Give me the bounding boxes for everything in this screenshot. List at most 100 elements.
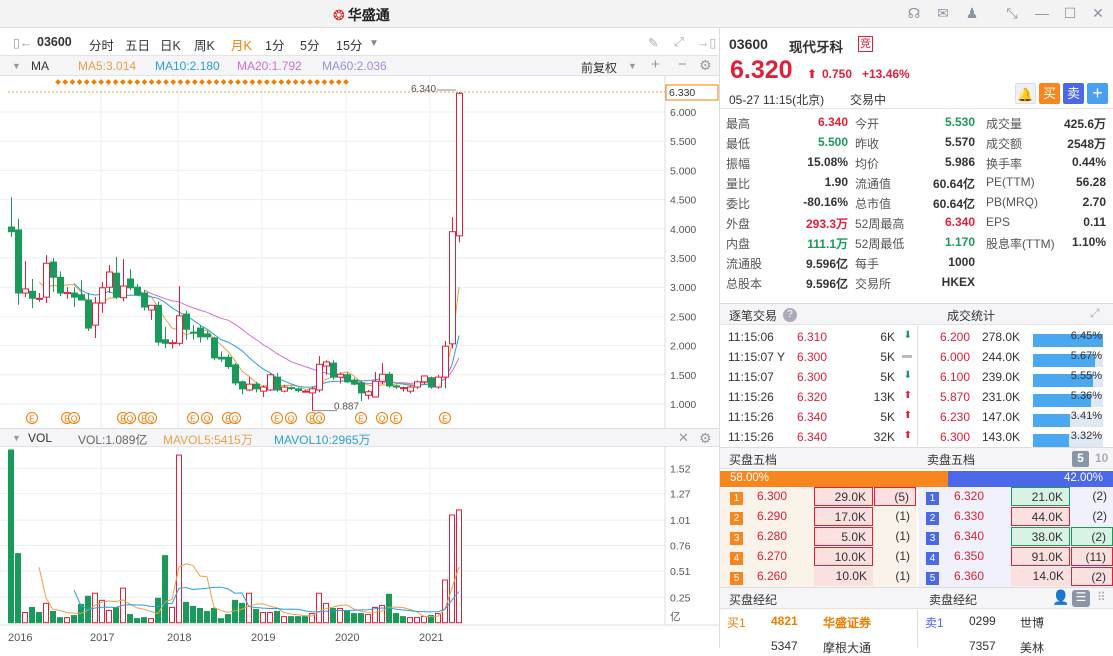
pencil-icon[interactable]: ✎ — [648, 35, 658, 50]
collapse-left-icon[interactable]: ▯← — [13, 35, 32, 50]
volume-bar[interactable] — [358, 613, 364, 624]
chevron-down-icon[interactable]: ▼ — [628, 61, 637, 71]
candle[interactable] — [211, 336, 218, 361]
collapse-icon[interactable]: ▼ — [12, 433, 21, 443]
candle[interactable] — [106, 265, 113, 294]
remove-indicator-button[interactable]: − — [678, 56, 687, 73]
candle[interactable] — [302, 389, 309, 393]
volume-bar[interactable] — [456, 509, 462, 624]
candle[interactable] — [316, 356, 323, 393]
volume-bar[interactable] — [211, 607, 217, 624]
candle[interactable] — [176, 286, 183, 346]
period-tab[interactable]: 分时 — [89, 35, 114, 54]
more-periods-dropdown[interactable]: ▼ — [369, 38, 379, 49]
depth-5-button[interactable]: 5 — [1072, 451, 1089, 467]
candle[interactable] — [309, 386, 316, 411]
headset-icon[interactable]: ☊ — [905, 5, 923, 23]
candle[interactable] — [295, 387, 302, 393]
period-tab[interactable]: 月K — [231, 35, 252, 54]
candle[interactable] — [127, 269, 134, 291]
candle[interactable] — [351, 377, 358, 386]
volume-bar[interactable] — [323, 602, 329, 624]
candle[interactable] — [36, 293, 43, 302]
volume-bar[interactable] — [141, 617, 147, 624]
event-marker[interactable]: E — [271, 412, 283, 424]
volume-bar[interactable] — [99, 599, 105, 624]
candlestick-chart[interactable]: 6.000 5.500 5.000 4.500 4.000 3.500 3.000 2.500… — [0, 76, 719, 428]
candle[interactable] — [232, 363, 239, 386]
period-tab[interactable]: 日K — [160, 35, 181, 54]
add-watchlist-button[interactable]: + — [1087, 83, 1108, 104]
volume-bar[interactable] — [36, 612, 42, 624]
volume-bar[interactable] — [106, 610, 112, 624]
volume-bar[interactable] — [372, 606, 378, 624]
candle[interactable] — [148, 304, 155, 320]
period-tab[interactable]: 5分 — [300, 35, 319, 54]
close-indicator-icon[interactable]: ✕ — [678, 430, 689, 446]
volume-bar[interactable] — [246, 592, 252, 624]
volume-bar[interactable] — [281, 616, 287, 624]
candle[interactable] — [99, 281, 106, 313]
candle[interactable] — [64, 287, 71, 299]
candle[interactable] — [43, 255, 50, 303]
candle[interactable] — [239, 380, 246, 395]
candle[interactable] — [204, 331, 211, 340]
volume-bar[interactable] — [197, 607, 203, 624]
volume-bar[interactable] — [295, 616, 301, 624]
volume-bar[interactable] — [148, 618, 154, 624]
candle[interactable] — [57, 271, 64, 296]
candle[interactable] — [414, 380, 421, 389]
volume-chart[interactable]: 1.52 1.27 1.01 0.76 0.51 0.25 亿 2016 2017 2018 201… — [0, 447, 719, 648]
candle[interactable] — [442, 340, 449, 389]
candle[interactable] — [15, 218, 22, 305]
candle[interactable] — [449, 217, 456, 349]
collapse-icon[interactable]: ▼ — [12, 61, 21, 71]
candle[interactable] — [358, 380, 365, 402]
candle[interactable] — [218, 351, 225, 362]
vol-label[interactable]: VOL — [28, 431, 52, 445]
candle[interactable] — [92, 297, 99, 339]
sell-button[interactable]: 卖 — [1063, 83, 1084, 104]
volume-bar[interactable] — [407, 617, 413, 624]
candle[interactable] — [120, 259, 127, 302]
alert-bell-button[interactable]: 🔔 — [1015, 83, 1036, 104]
volume-bar[interactable] — [57, 617, 63, 624]
candle[interactable] — [155, 301, 162, 346]
candle[interactable] — [379, 363, 386, 385]
candle[interactable] — [183, 310, 190, 340]
event-marker[interactable]: Q — [201, 412, 213, 424]
volume-bar[interactable] — [351, 613, 357, 624]
volume-bar[interactable] — [204, 611, 210, 624]
period-tab[interactable]: 周K — [194, 35, 215, 54]
candle[interactable] — [407, 385, 414, 394]
volume-bar[interactable] — [134, 618, 140, 624]
volume-bar[interactable] — [239, 602, 245, 624]
candle[interactable] — [344, 372, 351, 383]
event-marker[interactable]: E — [390, 412, 402, 424]
event-marker[interactable]: Q — [229, 412, 241, 424]
period-tab[interactable]: 1分 — [265, 35, 284, 54]
settings-gear-icon[interactable]: ⚙ — [699, 57, 712, 74]
volume-bar[interactable] — [393, 613, 399, 624]
volume-bar[interactable] — [274, 611, 280, 624]
candle[interactable] — [400, 386, 407, 392]
mail-icon[interactable]: ✉ — [934, 5, 952, 23]
settings-gear-icon[interactable]: ⚙ — [699, 430, 712, 447]
volume-bar[interactable] — [169, 606, 175, 624]
candle[interactable] — [8, 197, 15, 237]
volume-bar[interactable] — [190, 605, 196, 624]
candle[interactable] — [162, 326, 169, 348]
candle[interactable] — [134, 284, 141, 296]
event-marker[interactable]: E — [26, 412, 38, 424]
volume-bar[interactable] — [225, 614, 231, 624]
add-indicator-button[interactable]: + — [651, 56, 660, 73]
volume-bar[interactable] — [22, 612, 28, 624]
candle[interactable] — [288, 386, 295, 390]
expand-icon[interactable]: ⤢ — [1090, 306, 1100, 321]
event-marker[interactable]: Q — [145, 412, 157, 424]
event-marker[interactable]: Q — [285, 412, 297, 424]
volume-bar[interactable] — [64, 617, 70, 624]
volume-bar[interactable] — [316, 592, 322, 624]
volume-bar[interactable] — [8, 449, 14, 624]
fullscreen-icon[interactable]: ⤢ — [674, 35, 684, 50]
